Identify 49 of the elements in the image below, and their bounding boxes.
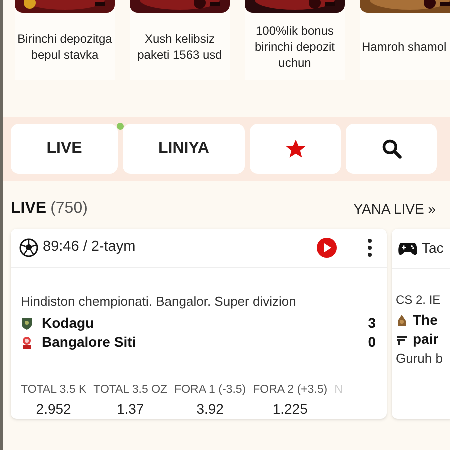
team-crest-icon — [396, 314, 408, 328]
promo-card[interactable]: 100%lik bonus birinchi depozit uchun — [245, 0, 345, 80]
odds-label: TOTAL 3.5 OZ — [94, 383, 168, 398]
odds-value: 1.37 — [116, 400, 144, 419]
odds-button[interactable]: TOTAL 3.5 OZ 1.37 — [94, 382, 168, 419]
team-name: The — [413, 311, 438, 330]
league-name: Hindiston chempionati. Bangalor. Super divizion — [21, 292, 298, 311]
star-icon — [284, 138, 306, 160]
search-button[interactable] — [346, 124, 437, 174]
match-time: Tac — [422, 239, 444, 258]
league-name: CS 2. IE — [396, 292, 442, 309]
odds-value: 2.952 — [36, 400, 72, 419]
odds-button[interactable]: TOTAL 3.5 K 2.952 — [21, 382, 87, 419]
odds-label: FORA 2 (+3.5) — [253, 383, 328, 398]
team-crest-icon — [21, 316, 33, 331]
promo-card[interactable]: Xush kelibsiz paketi 1563 usd — [130, 0, 230, 80]
play-icon[interactable] — [316, 236, 338, 259]
more-live-link[interactable]: YANA LIVE » — [354, 198, 436, 220]
tab-button[interactable]: LIVE — [11, 124, 118, 174]
promo-label: Hamroh shamol — [362, 38, 447, 54]
team-name: Kodagu — [42, 314, 96, 334]
search-icon — [380, 138, 402, 160]
promo-card[interactable]: Birinchi depozitga bepul stavka — [15, 0, 115, 80]
soccer-ball-icon — [19, 238, 39, 258]
tab-button[interactable]: LINIYA — [123, 124, 245, 174]
odds-value: 1.225 — [272, 400, 308, 419]
team-score: 3 — [368, 314, 377, 334]
match-note: Guruh b — [396, 350, 444, 368]
odds-label: FORA 1 (-3.5) — [174, 383, 246, 398]
odds-label: TOTAL 3.5 K — [21, 383, 87, 398]
odds-value: 3.92 — [196, 400, 224, 419]
match-time: 89:46 / 2-taym — [43, 238, 137, 257]
promo-card[interactable]: Hamroh shamol — [360, 0, 450, 80]
odds-button[interactable]: FORA 1 (-3.5) 3.92 — [174, 382, 246, 419]
odds-button[interactable]: FORA 2 (+3.5) 1.225 — [253, 382, 328, 419]
promo-label: Xush kelibsiz paketi 1563 usd — [136, 30, 224, 62]
match-card[interactable]: Tac CS 2. IE The pair Guruh b — [392, 229, 450, 419]
team-name: pair — [413, 330, 439, 349]
team-name: Bangalore Siti — [42, 333, 138, 352]
promo-label: 100%lik bonus birinchi depozit uchun — [254, 22, 336, 70]
gamepad-icon — [398, 242, 418, 256]
more-options-icon[interactable] — [367, 238, 373, 258]
team-crest-icon — [21, 336, 33, 350]
promo-label: Birinchi depozitga bepul stavka — [16, 30, 114, 62]
favorites-button[interactable] — [250, 124, 341, 174]
team-score: 0 — [368, 333, 377, 352]
team-logo-icon — [396, 334, 408, 346]
section-title: LIVE — [11, 199, 47, 219]
event-count: (750) — [50, 199, 88, 219]
